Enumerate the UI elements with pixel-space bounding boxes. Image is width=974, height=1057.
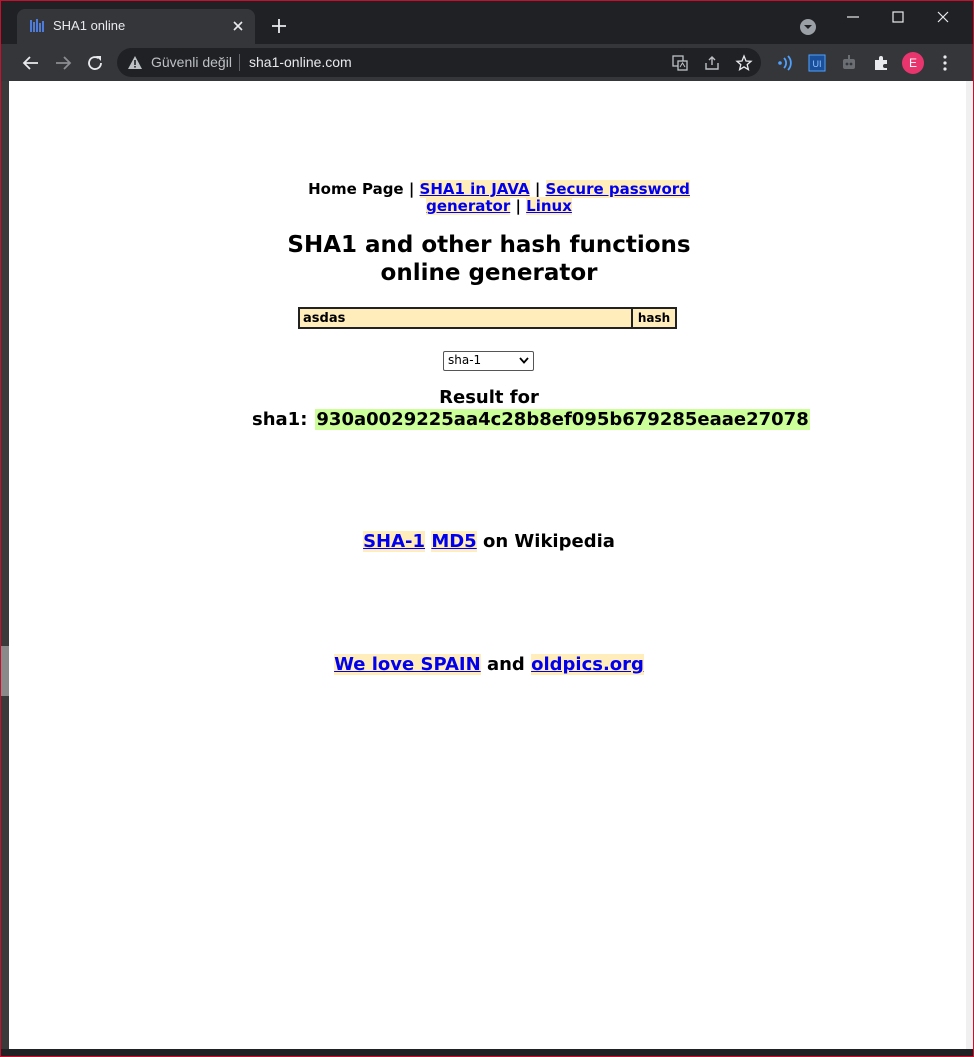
address-bar[interactable]: Güvenli değil sha1-online.com xyxy=(117,48,761,77)
nav-home-page: Home Page xyxy=(308,180,404,198)
hash-text-input[interactable] xyxy=(298,307,638,329)
translate-icon[interactable] xyxy=(671,54,689,72)
new-tab-plus-icon[interactable] xyxy=(269,16,289,36)
tab-search-chevron-icon[interactable] xyxy=(799,18,817,36)
hash-button[interactable]: hash xyxy=(631,307,677,329)
page-title: SHA1 and other hash functions online gen… xyxy=(287,232,691,286)
tab-sha1-online[interactable]: SHA1 online xyxy=(17,9,255,44)
security-status-label[interactable]: Güvenli değil xyxy=(151,54,232,70)
chevron-down-icon xyxy=(519,357,529,364)
robot-extension-icon[interactable] xyxy=(839,53,859,73)
result-line: sha1: 930a0029225aa4c28b8ef095b679285eaae… xyxy=(252,409,810,430)
tab-title: SHA1 online xyxy=(53,18,126,33)
wiki-link-sha1[interactable]: SHA-1 xyxy=(363,531,426,552)
nav-link-linux[interactable]: Linux xyxy=(526,197,572,215)
result-heading: Result for xyxy=(439,387,539,408)
close-window-icon[interactable] xyxy=(933,9,953,25)
ui-extension-icon[interactable]: UI xyxy=(807,53,827,73)
footer-link-spain[interactable]: We love SPAIN xyxy=(334,654,481,675)
url-text[interactable]: sha1-online.com xyxy=(249,54,352,70)
bookmark-star-icon[interactable] xyxy=(735,54,753,72)
extensions-puzzle-icon[interactable] xyxy=(871,53,891,73)
footer-links: We love SPAIN and oldpics.org xyxy=(334,654,644,675)
profile-avatar[interactable]: E xyxy=(902,52,924,74)
top-navigation: Home Page | SHA1 in JAVA | Secure passwo… xyxy=(308,180,690,215)
back-arrow-icon[interactable] xyxy=(21,53,41,73)
forward-arrow-icon[interactable] xyxy=(53,53,73,73)
background-window-edge-right xyxy=(966,81,973,1049)
tab-strip: SHA1 online xyxy=(1,1,973,44)
result-hash-value: 930a0029225aa4c28b8ef095b679285eaae27078 xyxy=(315,409,810,430)
minimize-icon[interactable] xyxy=(843,9,863,25)
wikipedia-links: SHA-1 MD5 on Wikipedia xyxy=(363,531,615,552)
omnibox-divider xyxy=(239,54,240,71)
background-window-edge xyxy=(1,81,9,1049)
wiki-link-md5[interactable]: MD5 xyxy=(431,531,477,552)
warning-triangle-icon[interactable] xyxy=(127,55,143,71)
footer-link-oldpics[interactable]: oldpics.org xyxy=(531,654,644,675)
web-page: Home Page | SHA1 in JAVA | Secure passwo… xyxy=(9,81,966,1049)
reload-icon[interactable] xyxy=(85,53,105,73)
result-algorithm-label: sha1: xyxy=(252,409,308,430)
share-icon[interactable] xyxy=(703,54,721,72)
nav-link-sha1-java[interactable]: SHA1 in JAVA xyxy=(419,180,530,198)
algorithm-select[interactable]: sha-1 xyxy=(443,351,534,371)
browser-toolbar: Güvenli değil sha1-online.com UI E xyxy=(1,44,973,81)
algorithm-selected-value: sha-1 xyxy=(448,353,482,367)
close-tab-icon[interactable] xyxy=(229,17,247,35)
maximize-icon[interactable] xyxy=(888,9,908,25)
more-menu-icon[interactable] xyxy=(935,53,955,73)
browser-window: SHA1 online Güvenli değil sha1-online.co… xyxy=(0,0,974,1057)
sha1-favicon-icon xyxy=(30,19,44,32)
wireless-extension-icon[interactable] xyxy=(775,53,795,73)
svg-text:UI: UI xyxy=(813,59,822,69)
